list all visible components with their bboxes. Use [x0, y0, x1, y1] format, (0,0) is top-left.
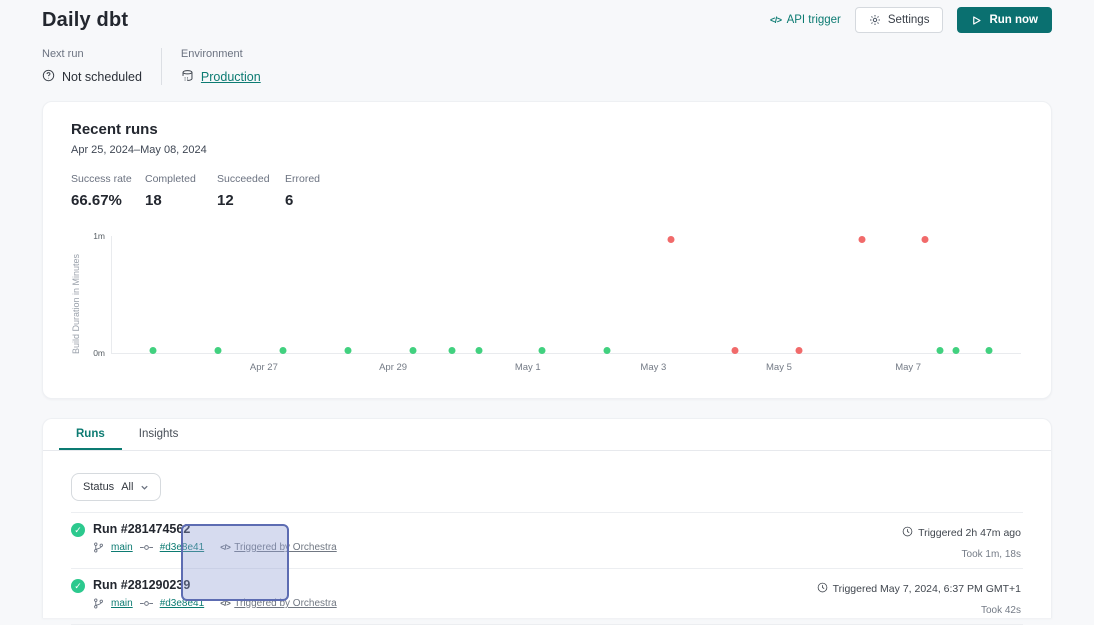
chart-point[interactable] — [921, 236, 928, 243]
run-duration-text: Took 42s — [981, 605, 1021, 616]
trigger-source-link[interactable]: </> Triggered by Orchestra — [220, 542, 337, 553]
chart-point[interactable] — [344, 347, 351, 354]
tab-row: Runs Insights — [43, 419, 1051, 451]
environment-link[interactable]: Production — [201, 70, 261, 84]
chevron-down-icon — [140, 483, 149, 492]
stat-success-rate: Success rate 66.67% — [71, 173, 145, 209]
x-tick-label: May 3 — [640, 362, 666, 373]
chart-point[interactable] — [280, 347, 287, 354]
chart-point[interactable] — [410, 347, 417, 354]
vertical-divider — [161, 48, 162, 85]
chart-point[interactable] — [952, 347, 959, 354]
chart-point[interactable] — [475, 347, 482, 354]
stat-completed: Completed 18 — [145, 173, 217, 209]
status-filter-value: All — [121, 481, 133, 493]
chart-plot: 1m 0m — [111, 236, 1021, 354]
chart-point[interactable] — [796, 347, 803, 354]
stat-errored: Errored 6 — [285, 173, 320, 209]
x-tick-label: May 1 — [515, 362, 541, 373]
stats-row: Success rate 66.67% Completed 18 Succeed… — [71, 173, 1023, 209]
recent-runs-date-range: Apr 25, 2024–May 08, 2024 — [71, 144, 1023, 156]
commit-icon — [140, 542, 153, 553]
run-now-label: Run now — [989, 14, 1038, 26]
y-tick-0m: 0m — [93, 348, 105, 358]
api-trigger-link[interactable]: </> API trigger — [770, 14, 841, 26]
x-tick-label: Apr 27 — [250, 362, 278, 373]
run-now-button[interactable]: Run now — [957, 7, 1052, 33]
chart-point[interactable] — [214, 347, 221, 354]
tab-insights[interactable]: Insights — [122, 419, 196, 450]
chart-point[interactable] — [732, 347, 739, 354]
trigger-source-link[interactable]: </> Triggered by Orchestra — [220, 598, 337, 609]
settings-button[interactable]: Settings — [855, 7, 944, 33]
chart-point[interactable] — [858, 236, 865, 243]
commit-icon — [140, 598, 153, 609]
x-tick-label: Apr 29 — [379, 362, 407, 373]
run-row[interactable]: ✓ Run #281474562 main — [71, 513, 1023, 569]
git-branch-icon — [93, 542, 104, 553]
chart-point[interactable] — [449, 347, 456, 354]
status-filter-dropdown[interactable]: Status All — [71, 473, 161, 501]
build-duration-chart: Build Duration in Minutes 1m 0m Apr 27 Ap… — [71, 228, 1024, 378]
code-icon: </> — [220, 599, 230, 608]
run-row[interactable]: ✓ Run #281290239 main — [71, 569, 1023, 625]
page-header: Daily dbt </> API trigger Settings Run n… — [0, 0, 1094, 36]
commit-link[interactable]: #d3e8e41 — [160, 598, 205, 609]
gear-icon — [869, 14, 881, 26]
branch-link[interactable]: main — [111, 598, 133, 609]
api-trigger-label: API trigger — [787, 14, 841, 26]
success-check-icon: ✓ — [71, 523, 85, 537]
next-run-value: Not scheduled — [62, 70, 142, 84]
run-triggered-text: Triggered 2h 47m ago — [918, 527, 1021, 539]
question-circle-icon — [42, 69, 55, 85]
run-list: ✓ Run #281474562 main — [71, 512, 1023, 625]
chart-point[interactable] — [604, 347, 611, 354]
next-run-label: Next run — [42, 48, 142, 60]
x-tick-label: May 7 — [895, 362, 921, 373]
tab-runs[interactable]: Runs — [59, 419, 122, 450]
git-branch-icon — [93, 598, 104, 609]
status-filter-label: Status — [83, 481, 114, 493]
run-title: Run #281474562 — [93, 522, 337, 536]
commit-link[interactable]: #d3e8e41 — [160, 542, 205, 553]
next-run-block: Next run Not scheduled — [42, 48, 142, 85]
code-icon: </> — [220, 543, 230, 552]
recent-runs-card: Recent runs Apr 25, 2024–May 08, 2024 Su… — [42, 101, 1052, 399]
branch-link[interactable]: main — [111, 542, 133, 553]
x-tick-label: May 5 — [766, 362, 792, 373]
y-tick-1m: 1m — [93, 231, 105, 241]
chart-point[interactable] — [667, 236, 674, 243]
play-icon — [971, 15, 982, 26]
stat-succeeded: Succeeded 12 — [217, 173, 285, 209]
run-title: Run #281290239 — [93, 578, 337, 592]
environment-database-icon — [181, 69, 194, 85]
clock-icon — [817, 582, 828, 596]
chart-point[interactable] — [937, 347, 944, 354]
chart-point[interactable] — [149, 347, 156, 354]
run-duration-text: Took 1m, 18s — [962, 549, 1021, 560]
settings-label: Settings — [888, 14, 930, 26]
chart-point[interactable] — [539, 347, 546, 354]
recent-runs-title: Recent runs — [71, 121, 1023, 138]
run-triggered-text: Triggered May 7, 2024, 6:37 PM GMT+1 — [833, 583, 1021, 595]
page-title: Daily dbt — [42, 9, 128, 32]
runs-card: Runs Insights Status All ✓ Run #28147456… — [42, 418, 1052, 618]
chart-point[interactable] — [986, 347, 993, 354]
environment-block: Environment Production — [181, 48, 261, 85]
environment-label: Environment — [181, 48, 261, 60]
code-icon: </> — [770, 15, 782, 25]
chart-y-axis-label: Build Duration in Minutes — [71, 236, 81, 354]
header-actions: </> API trigger Settings Run now — [770, 7, 1052, 33]
clock-icon — [902, 526, 913, 540]
success-check-icon: ✓ — [71, 579, 85, 593]
job-meta-row: Next run Not scheduled Environment — [42, 48, 1052, 85]
